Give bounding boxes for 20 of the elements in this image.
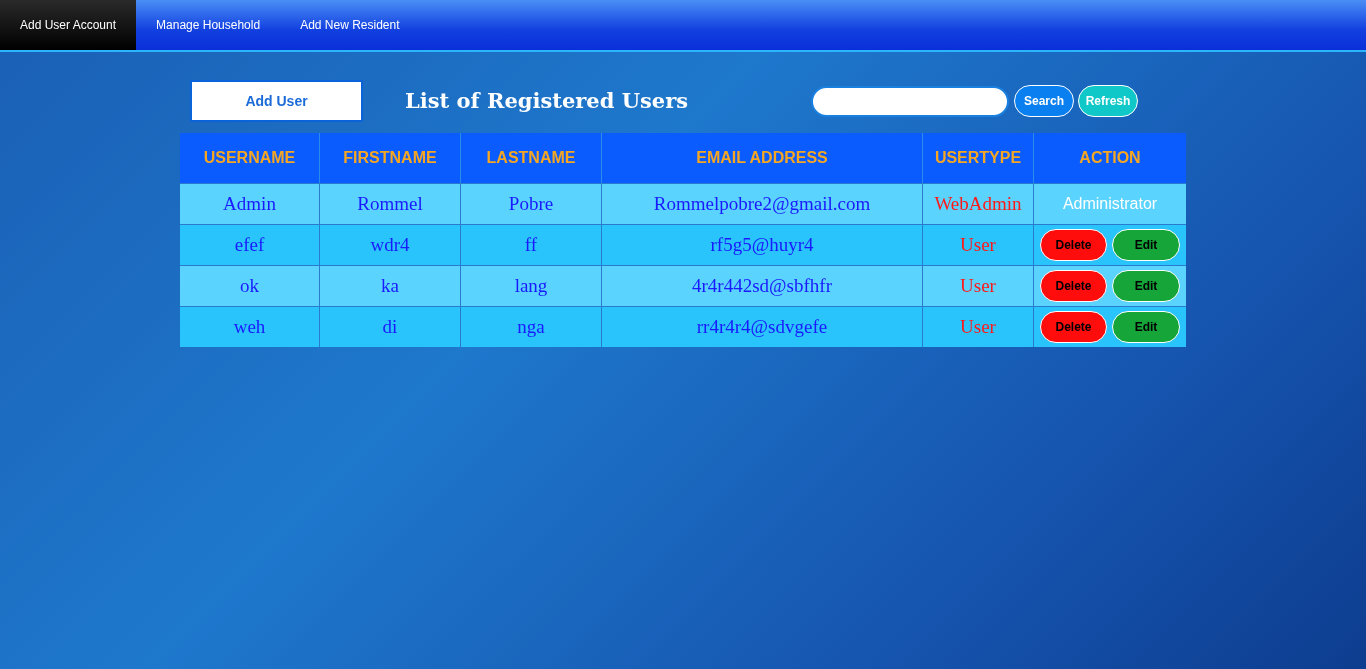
page-title: List of Registered Users: [405, 87, 689, 116]
usertype-cell: User: [923, 307, 1034, 347]
add-user-button[interactable]: Add User: [190, 80, 363, 122]
edit-button[interactable]: Edit: [1112, 229, 1180, 261]
table-cell: nga: [461, 307, 602, 347]
edit-button[interactable]: Edit: [1112, 270, 1180, 302]
delete-button[interactable]: Delete: [1040, 229, 1107, 261]
search-field[interactable]: [811, 85, 1009, 117]
edit-button[interactable]: Edit: [1112, 311, 1180, 343]
table-cell: di: [320, 307, 461, 347]
nav-tab[interactable]: Add User Account: [0, 0, 137, 50]
delete-button[interactable]: Delete: [1040, 311, 1107, 343]
table-cell: rr4r4r4@sdvgefe: [602, 307, 923, 347]
nav-tab[interactable]: Manage Household: [136, 0, 281, 50]
column-header: ACTION: [1078, 148, 1142, 168]
nav-tab[interactable]: Add New Resident: [280, 0, 420, 50]
delete-button[interactable]: Delete: [1040, 270, 1107, 302]
search-button[interactable]: Search: [1014, 85, 1074, 117]
table-cell: weh: [180, 307, 320, 347]
usertype-label: Administrator: [1062, 194, 1158, 214]
